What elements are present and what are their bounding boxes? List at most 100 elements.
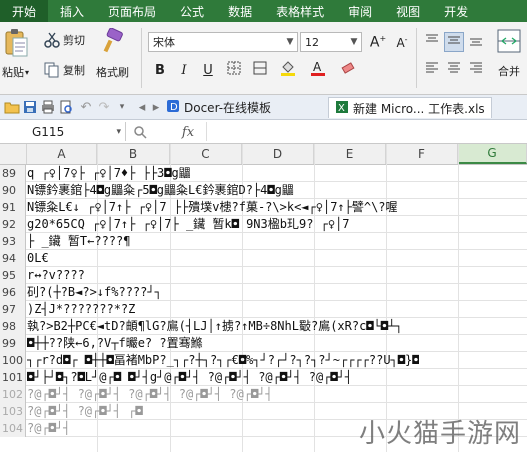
cell-text[interactable]: g20*65CQ ┌♀│7↑├ ┌♀│7├ _鑶 暂k◘ 9N3楹b玌9? ┌♀… [27, 216, 350, 232]
cell-text[interactable]: N镖鈐裹錧├4◘g鼺粂┌5◘g鼺粂L€鈐裹錧D?├4◘g鼺 [27, 182, 294, 198]
font-size-value: 12 [305, 35, 319, 49]
cell-text[interactable]: ?@┌◘┘┤ ?@┌◘┘┤ ?@┌◘┘┤ ?@┌◘┘┤ ?@┌◘┘┤ [27, 386, 273, 402]
table-row: 96 矵?(┼?B◄?>↓f%????┘┐ [0, 284, 527, 301]
print-icon[interactable] [38, 97, 58, 117]
align-top-button[interactable] [422, 32, 442, 52]
row-header[interactable]: 104 [0, 420, 26, 437]
grid-icon [253, 61, 267, 79]
paste-button[interactable]: 粘贴 ▾ [2, 28, 29, 80]
cell-text[interactable]: 矵?(┼?B◄?>↓f%????┘┐ [27, 284, 162, 300]
row-header[interactable]: 101 [0, 369, 26, 386]
bold-button[interactable]: B [150, 60, 170, 80]
menu-table-style[interactable]: 表格样式 [264, 0, 336, 22]
select-all-corner[interactable] [0, 144, 27, 164]
column-header-f[interactable]: F [386, 144, 458, 164]
merge-center-button[interactable]: 合并 [496, 28, 522, 79]
row-header[interactable]: 91 [0, 199, 26, 216]
font-color-button[interactable]: A [308, 60, 328, 80]
row-header[interactable]: 95 [0, 267, 26, 284]
cell-text[interactable]: ?@┌◘┘┤ [27, 420, 70, 436]
customize-chevron-icon[interactable]: ▾ [112, 97, 132, 117]
cell-text[interactable]: r↔?v???? [27, 267, 85, 283]
table-row: 93 ├ _鑶 暂T←????¶ [0, 233, 527, 250]
column-header-b[interactable]: B [97, 144, 170, 164]
underline-button[interactable]: U [198, 60, 218, 80]
spreadsheet-grid[interactable]: A B C D E F G 89 q ┌♀│7♀├ ┌♀│7♦├ ├├3◘g鼺 … [0, 144, 527, 452]
excel-icon: X [335, 100, 349, 117]
fx-icon[interactable]: fx [178, 122, 198, 142]
align-left-button[interactable] [422, 60, 442, 80]
formula-input[interactable] [206, 122, 527, 141]
font-size-select[interactable]: 12 ▼ [300, 32, 362, 52]
column-header-d[interactable]: D [242, 144, 314, 164]
cell-text[interactable]: ┐┌r?d◘┌ ◘┼┼◘畐褚MbP?_┐┌?┼┐?┐┌€◘%┐┘?┌┘?┐?┐?… [27, 352, 419, 368]
cell-text[interactable]: q ┌♀│7♀├ ┌♀│7♦├ ├├3◘g鼺 [27, 165, 191, 181]
row-header[interactable]: 102 [0, 386, 26, 403]
undo-icon[interactable]: ↶ [76, 97, 96, 117]
folder-icon[interactable] [2, 97, 22, 117]
menu-view[interactable]: 视图 [384, 0, 432, 22]
name-box[interactable]: G115 ▾ [0, 122, 126, 141]
column-header-c[interactable]: C [170, 144, 242, 164]
menu-review[interactable]: 审阅 [336, 0, 384, 22]
menu-data[interactable]: 数据 [216, 0, 264, 22]
tab-docer[interactable]: D Docer-在线模板 [160, 97, 277, 117]
merge-label: 合并 [498, 65, 520, 78]
cell-text[interactable]: ├ _鑶 暂T←????¶ [27, 233, 130, 249]
menu-insert[interactable]: 插入 [48, 0, 96, 22]
fill-color-button[interactable] [278, 60, 298, 80]
table-row: 102 ?@┌◘┘┤ ?@┌◘┘┤ ?@┌◘┘┤ ?@┌◘┘┤ ?@┌◘┘┤ [0, 386, 527, 403]
clear-format-button[interactable] [338, 60, 358, 80]
row-header[interactable]: 98 [0, 318, 26, 335]
menu-formulas[interactable]: 公式 [168, 0, 216, 22]
align-center-button[interactable] [444, 60, 464, 80]
italic-button[interactable]: I [174, 60, 194, 80]
row-header[interactable]: 89 [0, 165, 26, 182]
row-header[interactable]: 100 [0, 352, 26, 369]
row-header[interactable]: 90 [0, 182, 26, 199]
row-header[interactable]: 99 [0, 335, 26, 352]
font-name-select[interactable]: 宋体 ▼ [148, 32, 298, 52]
menu-developer[interactable]: 开发 [432, 0, 480, 22]
column-header-a[interactable]: A [27, 144, 97, 164]
formula-bar: G115 ▾ fx [0, 120, 527, 144]
ribbon-divider [141, 28, 142, 88]
cell-text[interactable]: ◘┘├┘◘┐?◘L┘@┌◘ ◘┘┤g┘@┌◘┘┤ ?@┌◘┘┤ ?@┌◘┘┤ ?… [27, 369, 352, 385]
align-middle-button[interactable] [444, 32, 464, 52]
column-header-e[interactable]: E [314, 144, 386, 164]
menu-home[interactable]: 开始 [0, 0, 49, 22]
format-painter-button[interactable]: 格式刷 [96, 28, 129, 80]
table-row: 97 )Z┤J*???????*?Z [0, 301, 527, 318]
cell-text[interactable]: ?@┌◘┘┤ ?@┌◘┘┤ ┌◘ [27, 403, 143, 419]
cell-text[interactable]: ◘┼┼??陕←6,?V┬f曮e? ?置骞鰷 [27, 335, 203, 351]
row-header[interactable]: 92 [0, 216, 26, 233]
align-right-icon [469, 61, 483, 79]
row-header[interactable]: 96 [0, 284, 26, 301]
decrease-font-button[interactable]: A- [392, 32, 412, 52]
italic-icon: I [181, 62, 187, 78]
merge-border-button[interactable] [250, 60, 270, 80]
cell-text[interactable]: N镖粂L€↓ ┌♀│7↑├ ┌♀│7 ├├殨墣v槵?f菓-?\>k<◄┌♀│7↑… [27, 199, 398, 215]
tab-workbook[interactable]: X 新建 Micro... 工作表.xls [328, 97, 492, 118]
borders-button[interactable] [224, 60, 244, 80]
align-right-button[interactable] [466, 60, 486, 80]
menu-page-layout[interactable]: 页面布局 [96, 0, 168, 22]
cut-button[interactable]: 剪切 [44, 32, 85, 48]
save-icon[interactable] [20, 97, 40, 117]
column-header-g[interactable]: G [458, 144, 527, 164]
row-header[interactable]: 103 [0, 403, 26, 420]
copy-button[interactable]: 复制 [44, 62, 85, 78]
row-header[interactable]: 97 [0, 301, 26, 318]
cell-text[interactable]: )Z┤J*???????*?Z [27, 301, 135, 317]
row-header[interactable]: 94 [0, 250, 26, 267]
increase-font-button[interactable]: A+ [368, 32, 388, 52]
zoom-icon[interactable] [130, 122, 150, 142]
align-bottom-button[interactable] [466, 32, 486, 52]
redo-icon[interactable]: ↷ [94, 97, 114, 117]
row-header[interactable]: 93 [0, 233, 26, 250]
cell-text[interactable]: 執?>B2┼PC€◄tD?頔¶lG?鳸(┤LJ│↑掳?↑MB÷8NhL斀?鳸(x… [27, 318, 402, 334]
paint-bucket-icon [280, 60, 296, 80]
print-preview-icon[interactable] [56, 97, 76, 117]
cell-text[interactable]: 0L€ [27, 250, 49, 266]
table-row: 91 N镖粂L€↓ ┌♀│7↑├ ┌♀│7 ├├殨墣v槵?f菓-?\>k<◄┌♀… [0, 199, 527, 216]
